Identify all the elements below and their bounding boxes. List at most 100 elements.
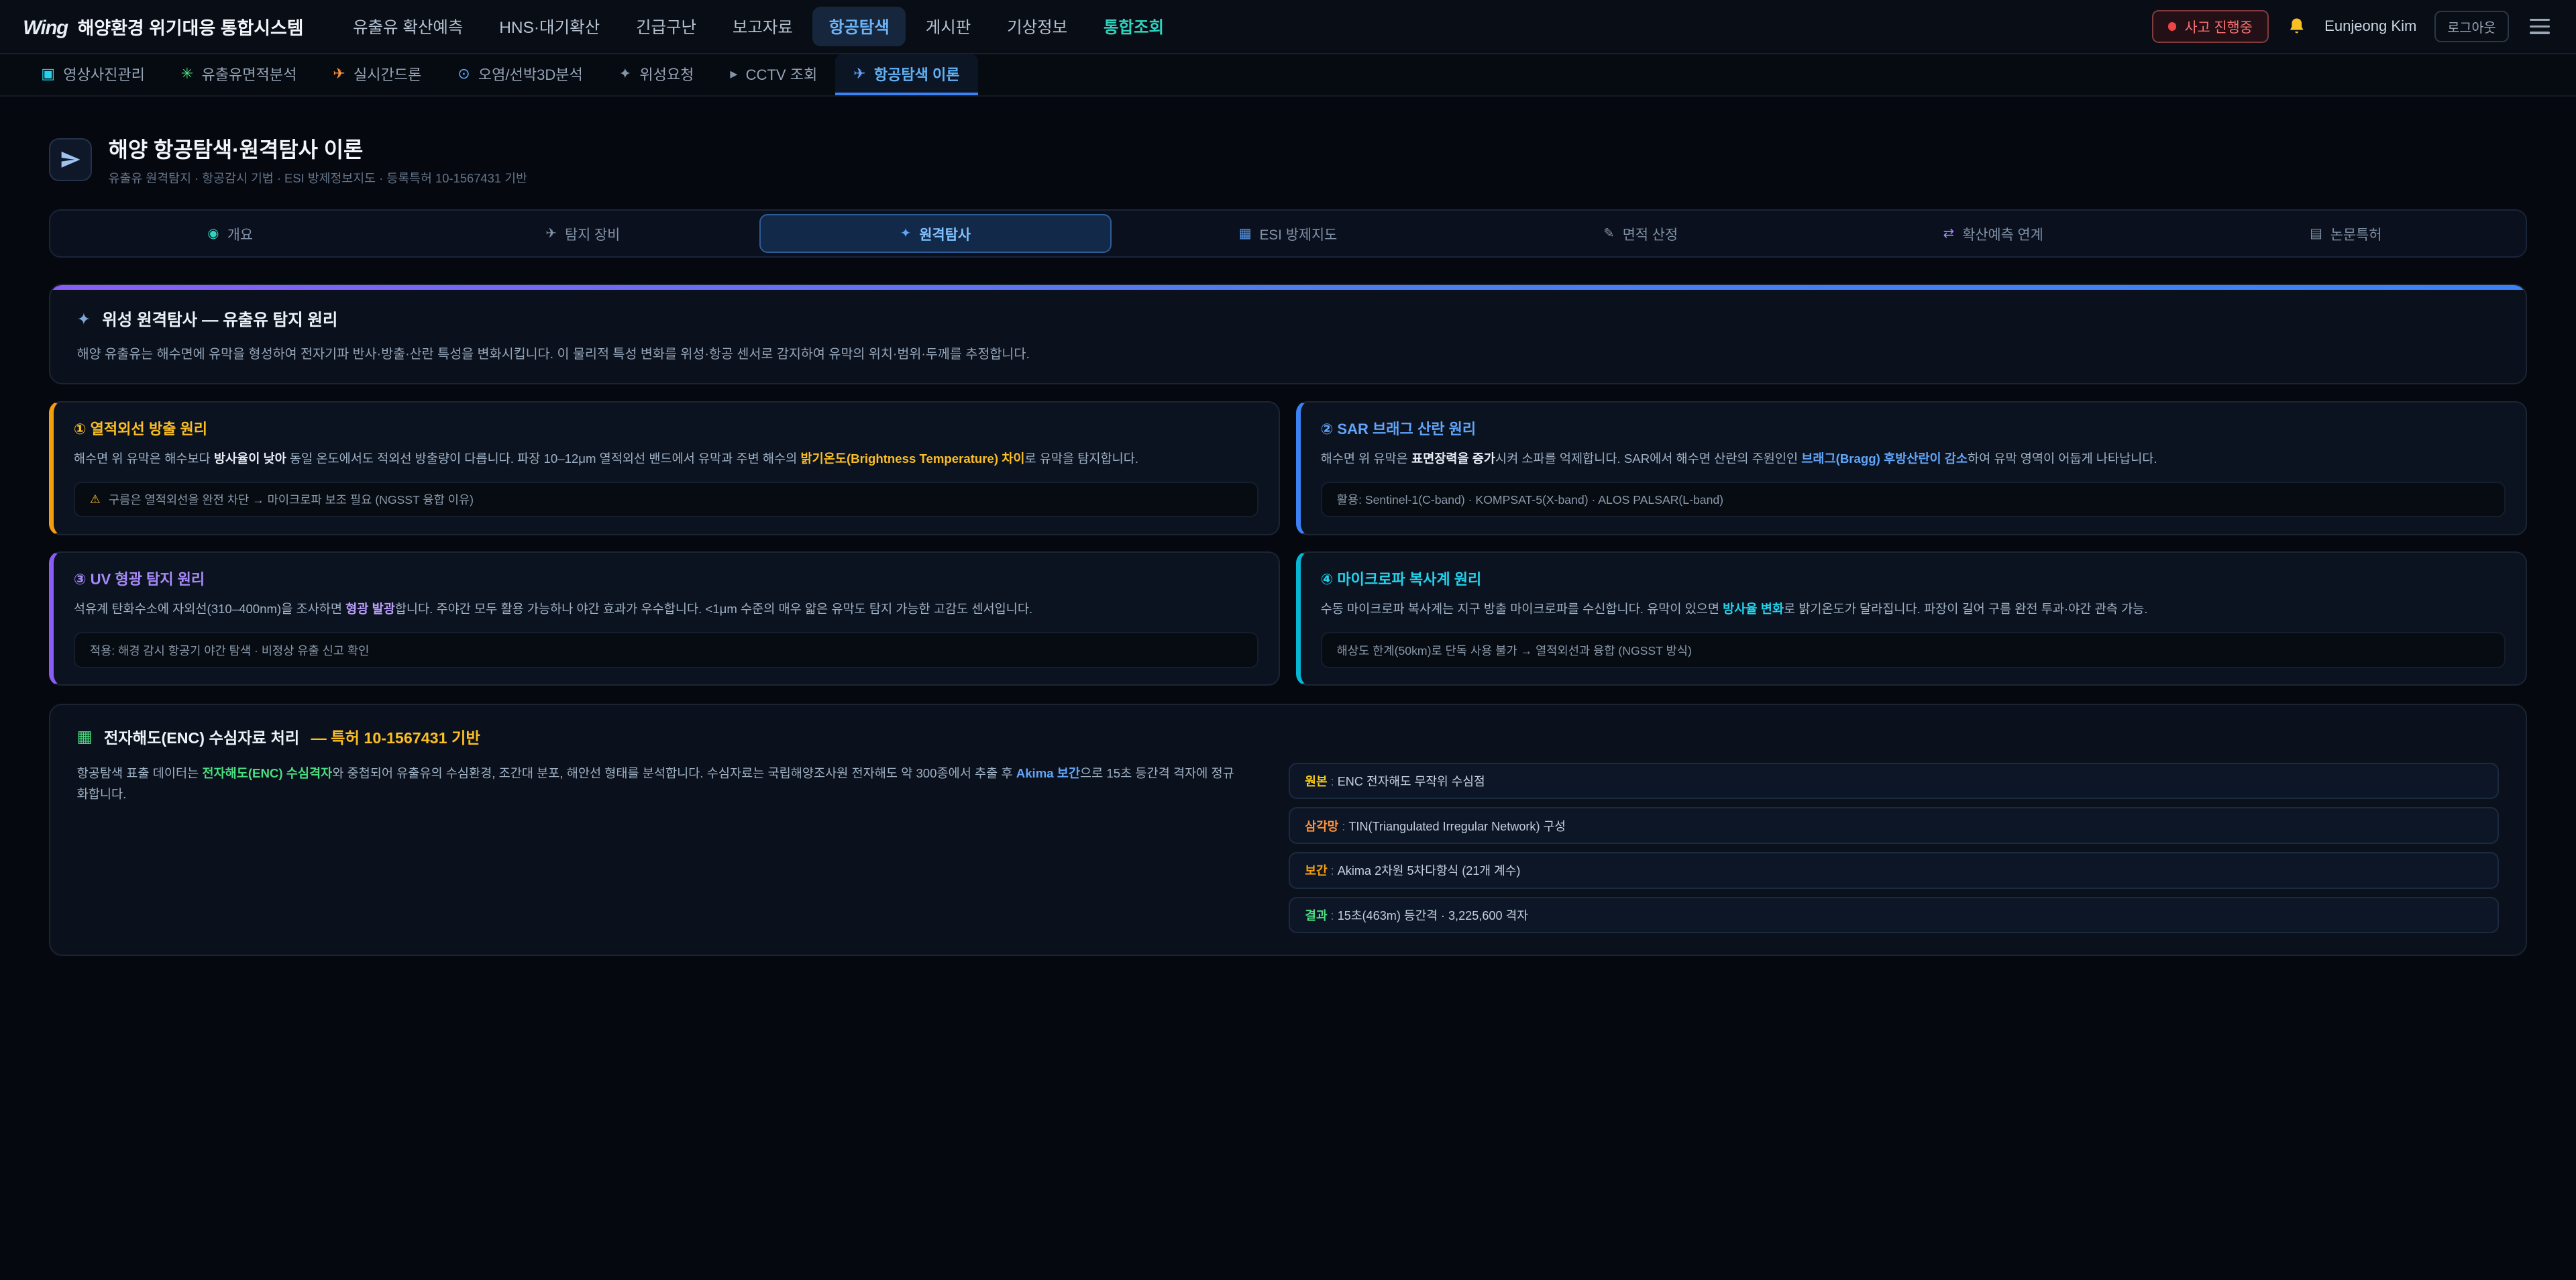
card-title: ① 열적외선 방출 원리	[74, 417, 1259, 439]
satellite-icon: ✦	[900, 225, 911, 242]
link-icon: ⇄	[1943, 225, 1954, 242]
app-root: Wing 해양환경 위기대응 통합시스템 유출유 확산예측 HNS·대기확산 긴…	[0, 0, 2576, 1280]
topnav-item-board[interactable]: 게시판	[909, 7, 987, 46]
tab-label: ESI 방제지도	[1259, 223, 1337, 244]
subnav-tab-cctv-view[interactable]: ▸ CCTV 조회	[712, 54, 835, 96]
app-logo[interactable]: Wing 해양환경 위기대응 통합시스템	[23, 13, 303, 40]
tab-area-calculation[interactable]: ✎ 면적 산정	[1464, 214, 1817, 253]
incident-status-badge[interactable]: 사고 진행중	[2152, 10, 2269, 43]
enc-depth-data-panel: ▦ 전자해도(ENC) 수심자료 처리 — 특허 10-1567431 기반 항…	[49, 704, 2526, 956]
enc-row-interpolation: 보간Akima 2차원 5차다항식 (21개 계수)	[1289, 852, 2499, 888]
page-subtitle: 유출유 원격탐지 · 항공감시 기법 · ESI 방제정보지도 · 등록특허 1…	[109, 169, 527, 186]
paper-plane-icon	[60, 149, 81, 170]
card-note: 해상도 한계(50km)로 단독 사용 불가 → 열적외선과 융합 (NGSST…	[1321, 632, 2506, 668]
subnav-tab-label: 실시간드론	[354, 63, 421, 85]
tab-overview[interactable]: ◉ 개요	[54, 214, 407, 253]
subnav-tab-image-management[interactable]: ▣ 영상사진관리	[23, 54, 163, 96]
topnav-item-reports[interactable]: 보고자료	[716, 7, 809, 46]
page-title: 해양 항공탐색·원격탐사 이론	[109, 133, 527, 164]
remote-sensing-intro-body: ✦ 위성 원격탐사 — 유출유 탐지 원리 해양 유출유는 해수면에 유막을 형…	[50, 290, 2525, 384]
app-title: 해양환경 위기대응 통합시스템	[78, 13, 304, 40]
card-thermal-infrared: ① 열적외선 방출 원리 해수면 위 유막은 해수보다 방사율이 낮아 동일 온…	[49, 401, 1279, 535]
enc-description: 항공탐색 표출 데이터는 전자해도(ENC) 수심격자와 중첩되어 유출유의 수…	[77, 763, 1240, 934]
enc-row-result: 결과15초(463m) 등간격 · 3,225,600 격자	[1289, 897, 2499, 933]
topnav-item-integrated-query[interactable]: 통합조회	[1087, 7, 1181, 46]
tab-label: 개요	[227, 223, 253, 244]
page-header: 해양 항공탐색·원격탐사 이론 유출유 원격탐지 · 항공감시 기법 · ESI…	[49, 133, 2526, 186]
page-icon-tile	[49, 138, 92, 181]
incident-status-label: 사고 진행중	[2184, 16, 2252, 36]
aerial-theory-icon: ✈	[853, 65, 865, 83]
topnav-item-weather-info[interactable]: 기상정보	[991, 7, 1084, 46]
card-note-text: 적용: 해경 감시 항공기 야간 탐색 · 비정상 유출 신고 확인	[90, 642, 369, 659]
pencil-icon: ✎	[1603, 225, 1614, 242]
subnav-tab-label: 영상사진관리	[63, 63, 145, 85]
subnav-tab-label: 위성요청	[639, 63, 694, 85]
logout-button[interactable]: 로그아웃	[2434, 11, 2508, 43]
card-title: ③ UV 형광 탐지 원리	[74, 568, 1259, 589]
section-tab-bar: ◉ 개요 ✈ 탐지 장비 ✦ 원격탐사 ▦ ESI 방제지도 ✎ 면적 산정 ⇄…	[49, 209, 2526, 258]
topnav-item-hns-air-diffusion[interactable]: HNS·대기확산	[483, 7, 616, 46]
card-body: 수동 마이크로파 복사계는 지구 방출 마이크로파를 수신합니다. 유막이 있으…	[1321, 599, 2506, 619]
subnav-tab-label: CCTV 조회	[746, 63, 818, 85]
card-sar-bragg: ② SAR 브래그 산란 원리 해수면 위 유막은 표면장력을 증가시켜 소파를…	[1296, 401, 2526, 535]
topnav-item-emergency-rescue[interactable]: 긴급구난	[619, 7, 712, 46]
warning-icon: ⚠	[90, 492, 101, 506]
cctv-icon: ▸	[730, 65, 737, 83]
tab-prediction-link[interactable]: ⇄ 확산예측 연계	[1817, 214, 2169, 253]
camera-icon: ▣	[41, 65, 55, 83]
topnav-item-aerial-search[interactable]: 항공탐색	[812, 7, 906, 46]
wing-logo-icon: Wing	[23, 17, 68, 40]
subnav-tab-oil-area-analysis[interactable]: ✳ 유출유면적분석	[163, 54, 315, 96]
subnav-tab-realtime-drone[interactable]: ✈ 실시간드론	[315, 54, 439, 96]
notifications-button[interactable]	[2287, 17, 2306, 36]
map-icon: ▦	[1239, 225, 1252, 242]
subnav-tab-pollution-ship-3d[interactable]: ⊙ 오염/선박3D분석	[439, 54, 600, 96]
subnav-tab-satellite-request[interactable]: ✦ 위성요청	[601, 54, 712, 96]
card-title: ② SAR 브래그 산란 원리	[1321, 417, 2506, 439]
enc-row-value: 15초(463m) 등간격 · 3,225,600 격자	[1338, 909, 1528, 922]
status-dot-icon	[2168, 22, 2176, 30]
card-uv-fluorescence: ③ UV 형광 탐지 원리 석유계 탄화수소에 자외선(310–400nm)을 …	[49, 551, 1279, 686]
satellite-icon: ✦	[619, 65, 631, 83]
card-body: 해수면 위 유막은 해수보다 방사율이 낮아 동일 온도에서도 적외선 방출량이…	[74, 449, 1259, 469]
section-title-text: 위성 원격탐사 — 유출유 탐지 원리	[102, 307, 337, 331]
tab-label: 확산예측 연계	[1962, 223, 2043, 244]
tab-esi-map[interactable]: ▦ ESI 방제지도	[1112, 214, 1464, 253]
magnifier-icon: ⊙	[458, 65, 470, 83]
satellite-icon: ✦	[77, 309, 91, 329]
top-navbar: Wing 해양환경 위기대응 통합시스템 유출유 확산예측 HNS·대기확산 긴…	[0, 0, 2576, 54]
enc-section-title: ▦ 전자해도(ENC) 수심자료 처리 — 특허 10-1567431 기반	[77, 725, 2500, 748]
primary-nav: 유출유 확산예측 HNS·대기확산 긴급구난 보고자료 항공탐색 게시판 기상정…	[337, 7, 1181, 46]
enc-row-source: 원본ENC 전자해도 무작위 수심점	[1289, 763, 2499, 799]
subnav-tab-label: 오염/선박3D분석	[478, 63, 583, 85]
card-body: 석유계 탄화수소에 자외선(310–400nm)을 조사하면 형광 발광합니다.…	[74, 599, 1259, 619]
subnav-tab-label: 항공탐색 이론	[874, 63, 960, 85]
card-note: 활용: Sentinel-1(C-band) · KOMPSAT-5(X-ban…	[1321, 482, 2506, 517]
document-icon: ▤	[2310, 225, 2322, 242]
page-header-text: 해양 항공탐색·원격탐사 이론 유출유 원격탐지 · 항공감시 기법 · ESI…	[109, 133, 527, 186]
tab-remote-sensing[interactable]: ✦ 원격탐사	[759, 214, 1112, 253]
enc-title-patent-suffix: — 특허 10-1567431 기반	[311, 725, 480, 748]
card-body: 해수면 위 유막은 표면장력을 증가시켜 소파를 억제합니다. SAR에서 해수…	[1321, 449, 2506, 469]
topnav-item-oil-spill-prediction[interactable]: 유출유 확산예측	[337, 7, 480, 46]
map-grid-icon: ▦	[77, 727, 93, 747]
menu-button[interactable]	[2527, 13, 2553, 39]
enc-row-value: TIN(Triangulated Irregular Network) 구성	[1348, 820, 1566, 833]
drone-icon: ✈	[333, 65, 345, 83]
plane-icon: ✈	[545, 225, 556, 242]
enc-row-label: 삼각망	[1305, 820, 1348, 833]
tab-detection-equipment[interactable]: ✈ 탐지 장비	[407, 214, 759, 253]
card-title: ④ 마이크로파 복사계 원리	[1321, 568, 2506, 589]
subnav-tab-aerial-search-theory[interactable]: ✈ 항공탐색 이론	[835, 54, 977, 96]
tab-papers-patents[interactable]: ▤ 논문특허	[2169, 214, 2522, 253]
enc-content: 항공탐색 표출 데이터는 전자해도(ENC) 수심격자와 중첩되어 유출유의 수…	[77, 763, 2500, 934]
tab-label: 원격탐사	[919, 223, 971, 244]
enc-row-label: 원본	[1305, 775, 1337, 788]
subnav-tab-label: 유출유면적분석	[201, 63, 297, 85]
card-note: 적용: 해경 감시 항공기 야간 탐색 · 비정상 유출 신고 확인	[74, 632, 1259, 668]
bell-icon	[2287, 17, 2306, 36]
remote-sensing-description: 해양 유출유는 해수면에 유막을 형성하여 전자기파 반사·방출·산란 특성을 …	[77, 343, 2500, 362]
enc-row-tin: 삼각망TIN(Triangulated Irregular Network) 구…	[1289, 807, 2499, 843]
globe-icon: ◉	[207, 225, 219, 242]
